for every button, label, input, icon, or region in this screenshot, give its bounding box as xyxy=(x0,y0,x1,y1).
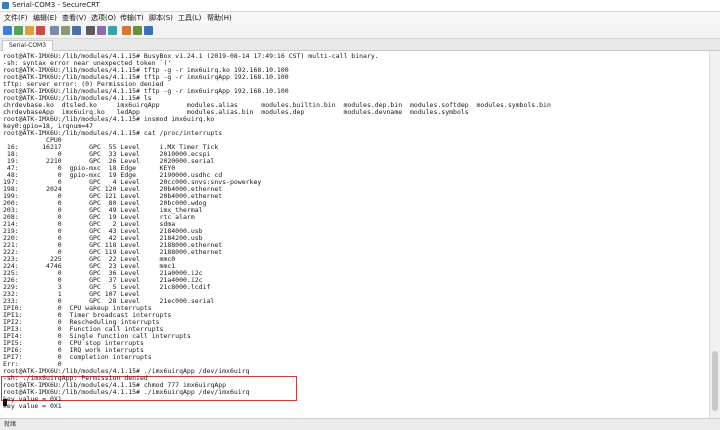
menu-script[interactable]: 脚本(S) xyxy=(149,12,173,24)
securecrt-app-icon xyxy=(2,2,9,9)
menu-transfer[interactable]: 传输(T) xyxy=(120,12,144,24)
window-title: Serial-COM3 - SecureCRT xyxy=(12,1,100,9)
status-text: 就绪 xyxy=(4,421,17,428)
script-icon[interactable] xyxy=(133,26,142,35)
toolbar xyxy=(0,24,720,39)
quick-connect-icon[interactable] xyxy=(14,26,23,35)
terminal-output[interactable]: root@ATK-IMX6U:/lib/modules/4.1.15# Busy… xyxy=(0,51,709,418)
session-tab-bar: Serial-COM3 xyxy=(0,39,720,51)
menu-tools[interactable]: 工具(L) xyxy=(178,12,201,24)
find-icon[interactable] xyxy=(72,26,81,35)
settings-icon[interactable] xyxy=(97,26,106,35)
paste-icon[interactable] xyxy=(61,26,70,35)
copy-icon[interactable] xyxy=(50,26,59,35)
print-icon[interactable] xyxy=(86,26,95,35)
menu-bar: 文件(F) 编辑(E) 查看(V) 选项(O) 传输(T) 脚本(S) 工具(L… xyxy=(0,12,720,24)
menu-file[interactable]: 文件(F) xyxy=(4,12,28,24)
title-bar: Serial-COM3 - SecureCRT xyxy=(0,0,720,12)
reconnect-icon[interactable] xyxy=(25,26,34,35)
scrollbar-thumb[interactable] xyxy=(712,351,718,411)
help-icon[interactable] xyxy=(144,26,153,35)
menu-view[interactable]: 查看(V) xyxy=(62,12,86,24)
sftp-icon[interactable] xyxy=(122,26,131,35)
status-bar: 就绪 xyxy=(0,418,720,430)
disconnect-icon[interactable] xyxy=(36,26,45,35)
vertical-scrollbar[interactable] xyxy=(709,51,720,418)
connect-icon[interactable] xyxy=(3,26,12,35)
keymap-icon[interactable] xyxy=(108,26,117,35)
terminal-line: key value = 0X1 xyxy=(3,402,62,410)
tab-serial-com3[interactable]: Serial-COM3 xyxy=(2,40,54,51)
menu-edit[interactable]: 编辑(E) xyxy=(33,12,57,24)
menu-options[interactable]: 选项(O) xyxy=(91,12,116,24)
menu-help[interactable]: 帮助(H) xyxy=(207,12,232,24)
